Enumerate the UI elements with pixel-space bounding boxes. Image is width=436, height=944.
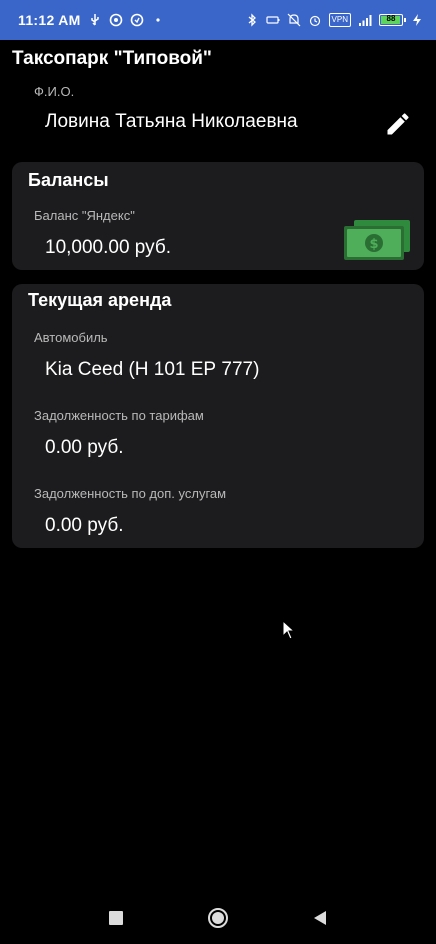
system-nav-bar xyxy=(0,892,436,944)
services-debt-value: 0.00 руб. xyxy=(45,515,124,536)
battery-saver-icon xyxy=(265,13,280,27)
services-debt-row: Задолженность по доп. услугам 0.00 руб. xyxy=(34,486,226,537)
fio-label: Ф.И.О. xyxy=(34,84,75,99)
circle-icon xyxy=(208,908,228,928)
usb-icon xyxy=(88,13,102,27)
alarm-icon xyxy=(308,13,322,27)
app-icon-1 xyxy=(109,13,123,27)
fio-value: Ловина Татьяна Николаевна xyxy=(45,111,298,132)
do-not-disturb-icon xyxy=(287,13,301,27)
page-title: Таксопарк "Типовой" xyxy=(12,48,212,69)
rent-title: Текущая аренда xyxy=(28,290,172,310)
vpn-icon: VPN xyxy=(328,13,351,27)
signal-icon xyxy=(358,13,372,27)
balances-card: Балансы Баланс "Яндекс" 10,000.00 руб. $ xyxy=(12,162,424,270)
status-right: VPN 88 xyxy=(245,13,424,27)
fio-section: Ф.И.О. Ловина Татьяна Николаевна xyxy=(34,84,424,133)
money-icon: $ xyxy=(344,220,410,260)
svg-text:$: $ xyxy=(369,237,378,252)
battery-level: 88 xyxy=(386,14,396,23)
current-rent-card: Текущая аренда Автомобиль Kia Ceed (Н 10… xyxy=(12,284,424,548)
yandex-balance-label: Баланс "Яндекс" xyxy=(34,208,135,223)
tariff-debt-row: Задолженность по тарифам 0.00 руб. xyxy=(34,408,204,459)
tariff-debt-value: 0.00 руб. xyxy=(45,437,124,458)
yandex-balance-value: 10,000.00 руб. xyxy=(45,237,172,258)
car-row: Автомобиль Kia Ceed (Н 101 ЕР 777) xyxy=(34,330,259,381)
edit-profile-button[interactable] xyxy=(382,108,414,140)
pencil-icon xyxy=(387,113,409,135)
mouse-cursor-icon xyxy=(282,620,296,640)
services-debt-label: Задолженность по доп. услугам xyxy=(34,486,227,501)
square-icon xyxy=(109,911,123,925)
app-icon-2 xyxy=(130,13,144,27)
charging-icon xyxy=(410,13,424,27)
dot-icon xyxy=(151,13,165,27)
home-button[interactable] xyxy=(204,904,232,932)
back-button[interactable] xyxy=(306,904,334,932)
bluetooth-icon xyxy=(245,13,259,27)
screen: 11:12 AM VPN 88 Таксопарк "Типовой" Ф.И.… xyxy=(0,0,436,944)
status-bar: 11:12 AM VPN 88 xyxy=(0,0,436,40)
tariff-debt-label: Задолженность по тарифам xyxy=(34,408,204,423)
battery-icon: 88 xyxy=(379,14,406,26)
balances-title: Балансы xyxy=(28,170,109,190)
triangle-back-icon xyxy=(314,911,326,925)
yandex-balance-row: Баланс "Яндекс" 10,000.00 руб. xyxy=(34,208,171,259)
recents-button[interactable] xyxy=(102,904,130,932)
car-value: Kia Ceed (Н 101 ЕР 777) xyxy=(45,359,260,380)
status-time: 11:12 AM xyxy=(18,12,81,28)
car-label: Автомобиль xyxy=(34,330,108,345)
status-left: 11:12 AM xyxy=(18,12,165,28)
